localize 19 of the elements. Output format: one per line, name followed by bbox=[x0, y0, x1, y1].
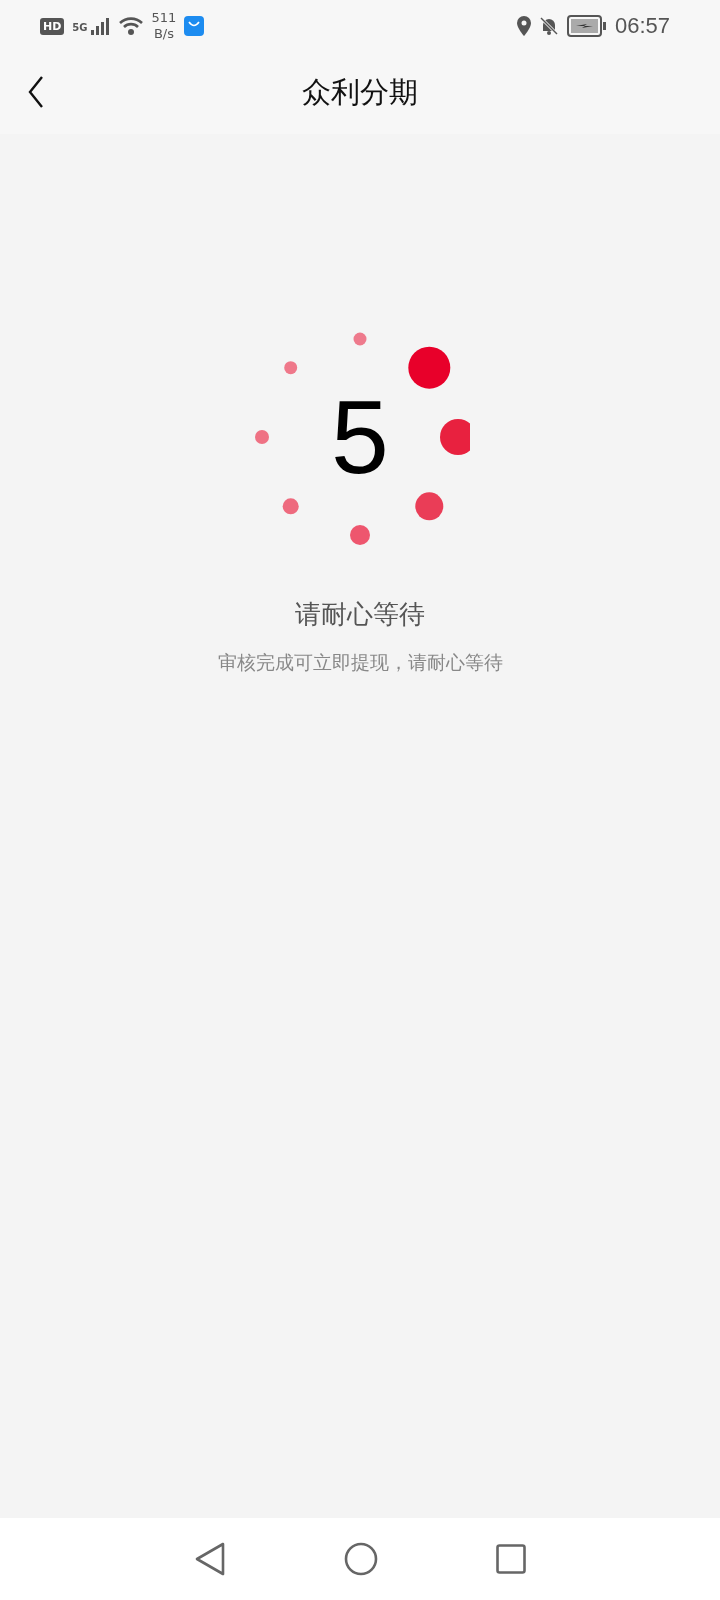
signal-icon bbox=[89, 16, 110, 36]
home-nav-icon[interactable] bbox=[344, 1542, 378, 1576]
network-speed: 511 bbox=[151, 10, 177, 26]
location-icon bbox=[516, 16, 531, 36]
message-subtitle: 审核完成可立即提现，请耐心等待 bbox=[217, 650, 503, 675]
speed-unit: B/s bbox=[153, 26, 174, 42]
muted-bell-icon bbox=[538, 16, 559, 36]
back-button[interactable] bbox=[28, 76, 44, 108]
recents-nav-icon[interactable] bbox=[496, 1544, 526, 1574]
back-nav-icon[interactable] bbox=[194, 1542, 226, 1576]
countdown-number: 5 bbox=[331, 385, 389, 489]
page-title: 众利分期 bbox=[302, 74, 418, 111]
clock: 06:57 bbox=[614, 13, 670, 39]
battery-icon bbox=[566, 15, 607, 37]
hd-badge: HD bbox=[40, 17, 65, 35]
message-title: 请耐心等待 bbox=[295, 598, 425, 631]
shopping-bag-icon bbox=[184, 16, 205, 36]
network-type: 5G bbox=[72, 22, 88, 33]
wifi-icon bbox=[117, 15, 144, 37]
